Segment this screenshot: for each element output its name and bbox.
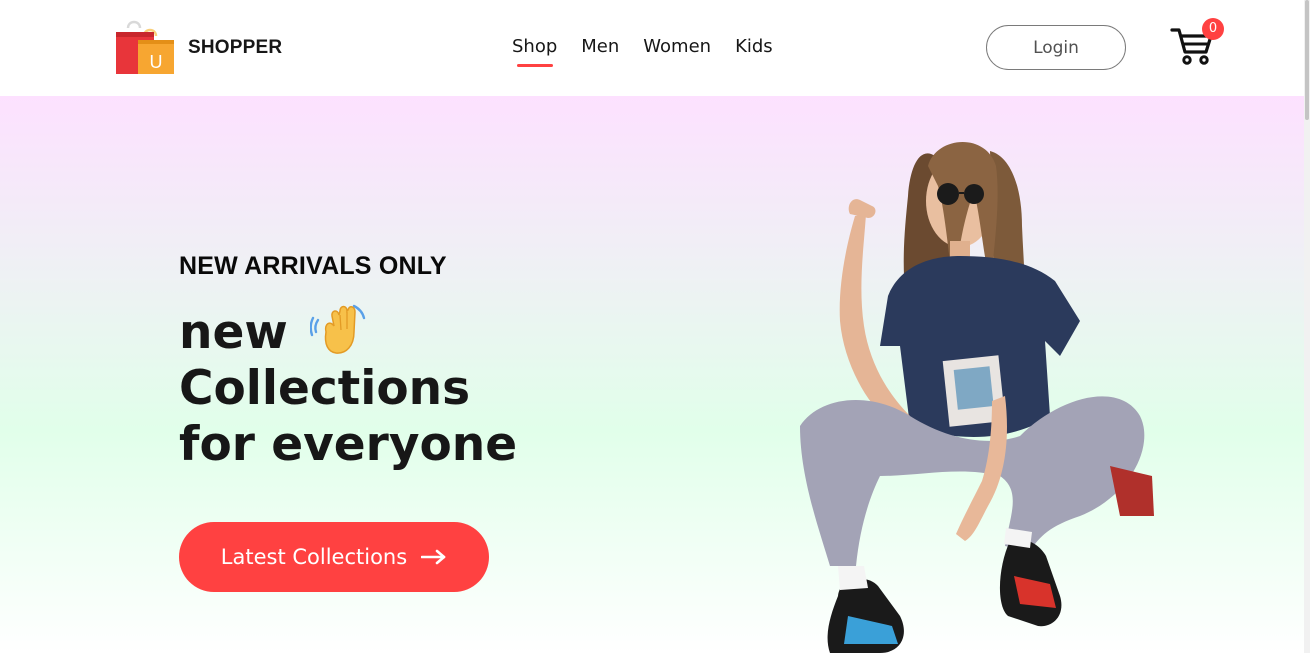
nav-item-men[interactable]: Men xyxy=(569,30,631,64)
nav-item-label: Women xyxy=(643,36,712,57)
hero-title-text: new xyxy=(179,305,288,360)
cart-button[interactable]: 0 xyxy=(1170,18,1226,66)
brand-name: SHOPPER xyxy=(188,37,283,58)
latest-collections-button[interactable]: Latest Collections xyxy=(179,522,489,592)
hero-title-line-2: Collections xyxy=(179,361,471,416)
brand-logo[interactable]: U SHOPPER xyxy=(114,18,282,78)
model-photo xyxy=(800,141,1154,653)
navbar: U SHOPPER Shop Men Women Kids Login 0 xyxy=(0,0,1310,96)
waving-hand-icon xyxy=(309,304,365,354)
scrollbar-thumb[interactable] xyxy=(1305,0,1309,120)
nav-item-label: Men xyxy=(581,36,620,57)
login-button[interactable]: Login xyxy=(986,25,1126,70)
shopping-bag-icon: U xyxy=(116,20,174,74)
nav-item-women[interactable]: Women xyxy=(631,30,723,64)
hero-section: NEW ARRIVALS ONLY new Collections for ev… xyxy=(0,96,1304,653)
cart-count-badge: 0 xyxy=(1202,18,1224,40)
hero-image xyxy=(760,96,1180,653)
latest-collections-label: Latest Collections xyxy=(220,545,408,569)
arrow-right-icon xyxy=(421,549,446,565)
hero-eyebrow: NEW ARRIVALS ONLY xyxy=(179,252,447,280)
nav-active-underline xyxy=(516,64,553,67)
page-scrollbar[interactable] xyxy=(1304,0,1310,653)
nav-menu: Shop Men Women Kids xyxy=(500,30,785,67)
nav-item-label: Kids xyxy=(735,36,773,57)
hero-text-block: NEW ARRIVALS ONLY new Collections for ev… xyxy=(179,96,699,653)
nav-item-shop[interactable]: Shop xyxy=(500,30,569,67)
nav-item-kids[interactable]: Kids xyxy=(723,30,785,64)
hero-title-line-3: for everyone xyxy=(179,417,518,472)
nav-item-label: Shop xyxy=(512,36,558,57)
hero-title-line-1: new xyxy=(179,302,517,361)
logo-bag-letter: U xyxy=(150,52,163,72)
hero-title: new Collections for everyone xyxy=(179,302,517,473)
